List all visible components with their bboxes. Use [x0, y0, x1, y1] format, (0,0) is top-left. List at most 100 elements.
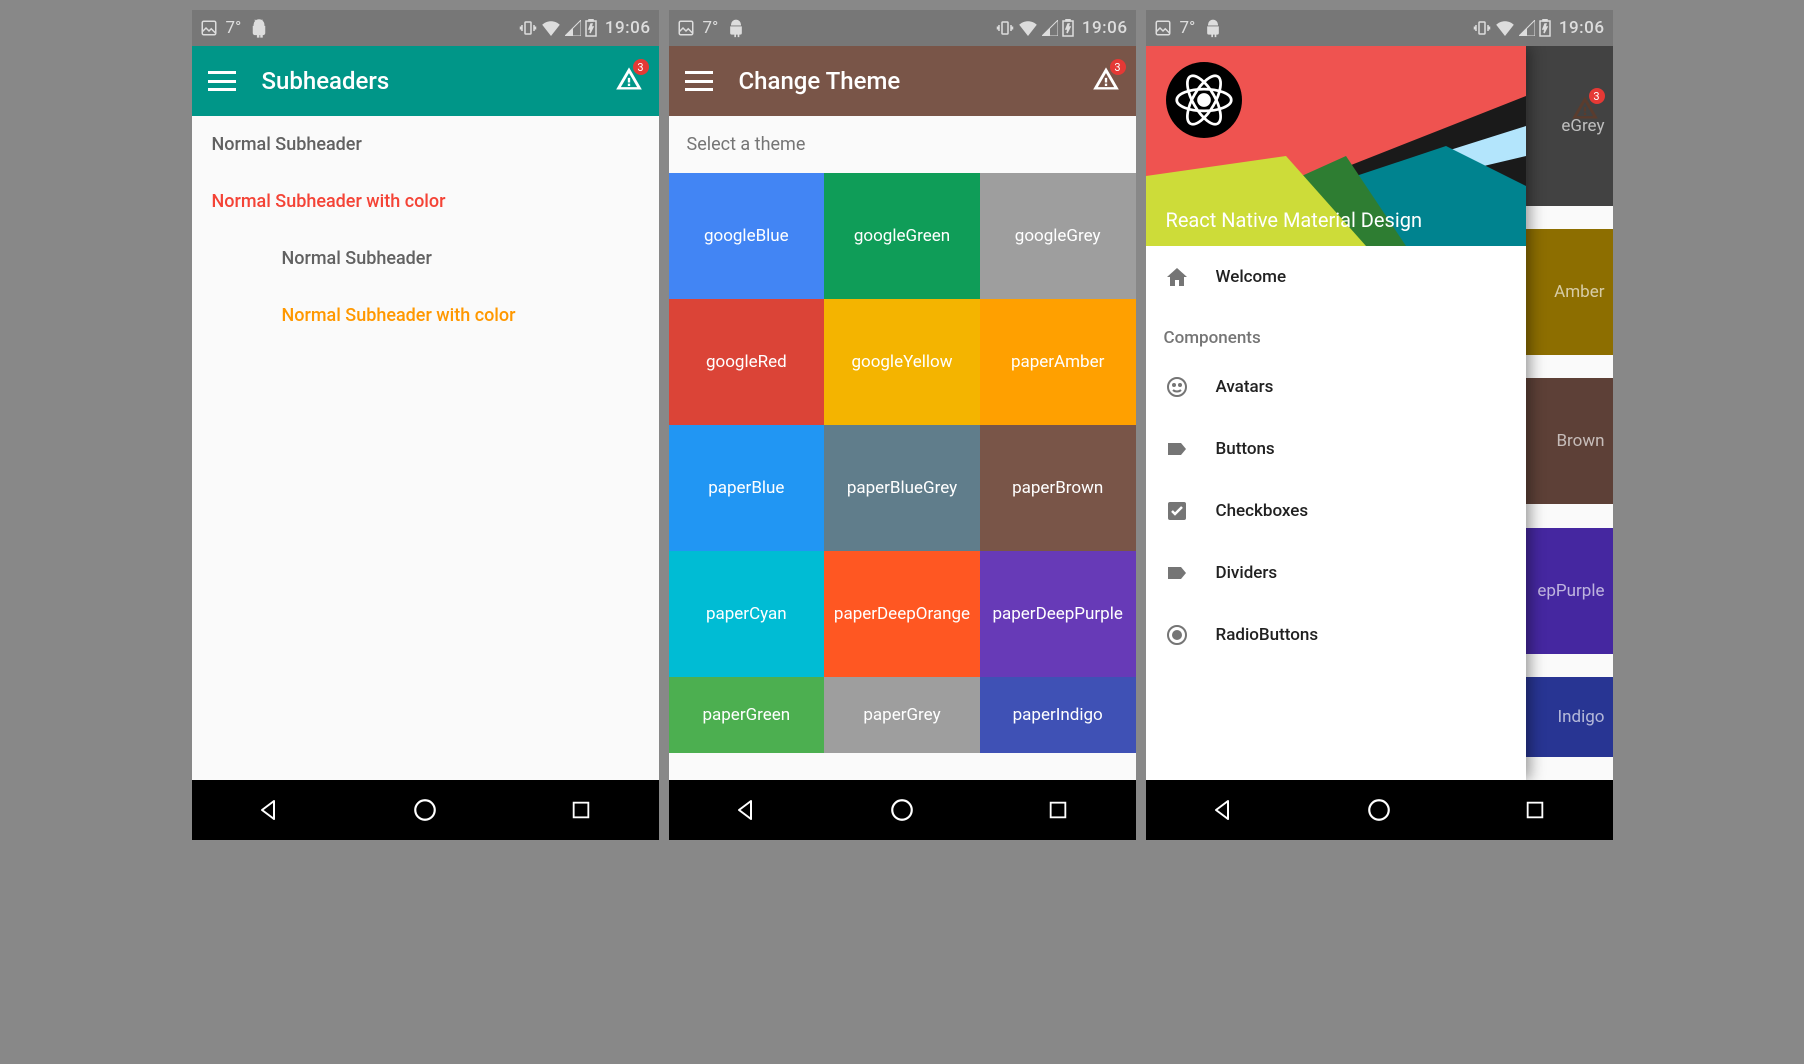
drawer-item-radiobuttons[interactable]: RadioButtons [1146, 604, 1526, 666]
android-nav-bar [669, 780, 1136, 840]
app-bar-title: Change Theme [739, 67, 901, 95]
drawer-section-components: Components [1146, 308, 1526, 356]
theme-googleRed[interactable]: googleRed [669, 299, 825, 425]
theme-googleYellow[interactable]: googleYellow [824, 299, 980, 425]
app-bar: Subheaders 3 [192, 46, 659, 116]
vibrate-icon [996, 19, 1014, 37]
theme-paperBlueGrey[interactable]: paperBlueGrey [824, 425, 980, 551]
wifi-icon [541, 20, 561, 36]
nav-home[interactable] [887, 795, 917, 825]
status-time: 19:06 [1559, 18, 1605, 38]
status-bar: 7° 19:06 [192, 10, 659, 46]
android-nav-bar [1146, 780, 1613, 840]
status-temp: 7° [226, 18, 242, 38]
subheader-item: Normal Subheader [192, 116, 659, 173]
battery-icon [1539, 19, 1551, 37]
drawer-header-title: React Native Material Design [1166, 208, 1422, 232]
android-icon [726, 18, 746, 38]
theme-paperDeepOrange[interactable]: paperDeepOrange [824, 551, 980, 677]
wifi-icon [1018, 20, 1038, 36]
drawer-item-buttons[interactable]: Buttons [1146, 418, 1526, 480]
status-temp: 7° [703, 18, 719, 38]
signal-icon [1519, 20, 1535, 36]
drawer-item-label: RadioButtons [1216, 625, 1319, 645]
theme-content: Select a theme googleBluegoogleGreengoog… [669, 116, 1136, 780]
android-nav-bar [192, 780, 659, 840]
warning-action[interactable]: 3 [1092, 65, 1120, 97]
drawer-item-label: Welcome [1216, 267, 1287, 287]
drawer-item-checkboxes[interactable]: Checkboxes [1146, 480, 1526, 542]
react-logo-icon [1166, 62, 1242, 138]
theme-paperBlue[interactable]: paperBlue [669, 425, 825, 551]
theme-paperAmber[interactable]: paperAmber [980, 299, 1136, 425]
nav-home[interactable] [1364, 795, 1394, 825]
image-icon [200, 19, 218, 37]
theme-paperDeepPurple[interactable]: paperDeepPurple [980, 551, 1136, 677]
image-icon [677, 19, 695, 37]
nav-recent[interactable] [566, 795, 596, 825]
menu-icon[interactable] [685, 71, 713, 91]
badge: 3 [633, 59, 649, 75]
warning-action[interactable]: 3 [1571, 94, 1599, 126]
theme-googleBlue[interactable]: googleBlue [669, 173, 825, 299]
signal-icon [1042, 20, 1058, 36]
signal-icon [565, 20, 581, 36]
badge: 3 [1110, 59, 1126, 75]
nav-back[interactable] [1208, 795, 1238, 825]
subheader-item: Normal Subheader with color [192, 287, 659, 344]
vibrate-icon [1473, 19, 1491, 37]
theme-paperCyan[interactable]: paperCyan [669, 551, 825, 677]
drawer-item-welcome[interactable]: Welcome [1146, 246, 1526, 308]
theme-paperBrown[interactable]: paperBrown [980, 425, 1136, 551]
label-icon [1164, 560, 1190, 586]
theme-googleGrey[interactable]: googleGrey [980, 173, 1136, 299]
theme-paperGrey[interactable]: paperGrey [824, 677, 980, 753]
face-icon [1164, 374, 1190, 400]
navigation-drawer: React Native Material Design Welcome Com… [1146, 46, 1526, 780]
badge: 3 [1589, 88, 1605, 104]
status-bar: 7° 19:06 [669, 10, 1136, 46]
wifi-icon [1495, 20, 1515, 36]
drawer-item-label: Avatars [1216, 377, 1274, 397]
menu-icon[interactable] [208, 71, 236, 91]
battery-icon [585, 19, 597, 37]
home-icon [1164, 264, 1190, 290]
theme-paperIndigo[interactable]: paperIndigo [980, 677, 1136, 753]
select-theme-label: Select a theme [669, 116, 1136, 173]
vibrate-icon [519, 19, 537, 37]
image-icon [1154, 19, 1172, 37]
status-time: 19:06 [1082, 18, 1128, 38]
android-icon [1203, 18, 1223, 38]
drawer-item-label: Dividers [1216, 563, 1278, 583]
app-bar-title: Subheaders [262, 67, 390, 95]
nav-back[interactable] [731, 795, 761, 825]
warning-action[interactable]: 3 [615, 65, 643, 97]
nav-recent[interactable] [1520, 795, 1550, 825]
status-time: 19:06 [605, 18, 651, 38]
status-temp: 7° [1180, 18, 1196, 38]
phone-screen-drawer: 7° 19:06 eGreyAmberBrownepPurpleIndigo 3 [1146, 10, 1613, 840]
radio-icon [1164, 622, 1190, 648]
phone-screen-subheaders: 7° 19:06 Subheaders 3 Normal SubheaderNo… [192, 10, 659, 840]
subheader-item: Normal Subheader with color [192, 173, 659, 230]
drawer-item-avatars[interactable]: Avatars [1146, 356, 1526, 418]
drawer-screen-content: eGreyAmberBrownepPurpleIndigo 3 [1146, 46, 1613, 780]
drawer-item-label: Buttons [1216, 439, 1275, 459]
nav-home[interactable] [410, 795, 440, 825]
checkbox-icon [1164, 498, 1190, 524]
android-icon [249, 18, 269, 38]
drawer-item-dividers[interactable]: Dividers [1146, 542, 1526, 604]
theme-googleGreen[interactable]: googleGreen [824, 173, 980, 299]
subheaders-content: Normal SubheaderNormal Subheader with co… [192, 116, 659, 780]
app-bar: Change Theme 3 [669, 46, 1136, 116]
drawer-item-label: Checkboxes [1216, 501, 1309, 521]
label-icon [1164, 436, 1190, 462]
battery-icon [1062, 19, 1074, 37]
nav-recent[interactable] [1043, 795, 1073, 825]
nav-back[interactable] [254, 795, 284, 825]
status-bar: 7° 19:06 [1146, 10, 1613, 46]
theme-paperGreen[interactable]: paperGreen [669, 677, 825, 753]
phone-screen-change-theme: 7° 19:06 Change Theme 3 Select a theme g… [669, 10, 1136, 840]
drawer-header: React Native Material Design [1146, 46, 1526, 246]
subheader-item: Normal Subheader [192, 230, 659, 287]
